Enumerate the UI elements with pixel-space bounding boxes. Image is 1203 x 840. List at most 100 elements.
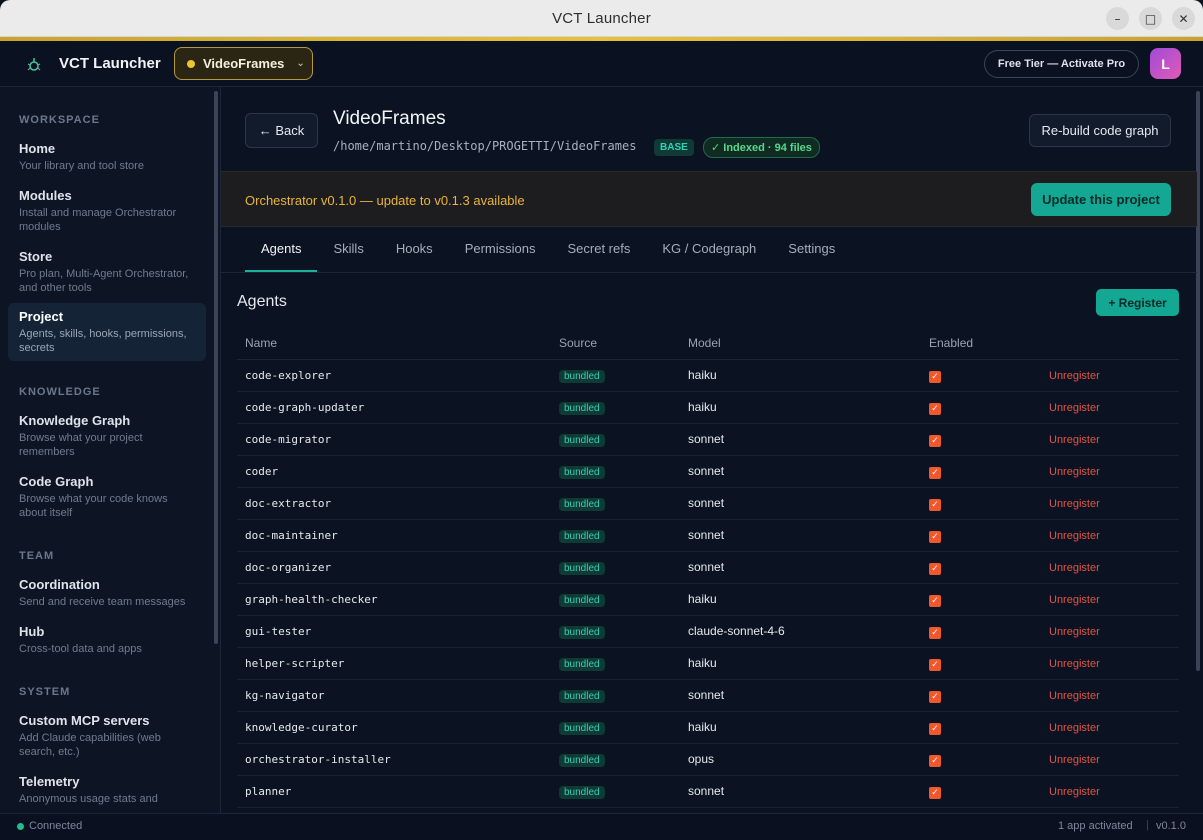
- unregister-button[interactable]: Unregister: [1049, 722, 1100, 734]
- tab-secret-refs[interactable]: Secret refs: [551, 227, 646, 272]
- sidebar-item-home[interactable]: Home Your library and tool store: [8, 135, 206, 179]
- column-header-name: Name: [237, 328, 551, 360]
- enabled-checkbox[interactable]: ✓: [929, 562, 941, 575]
- column-header-model: Model: [680, 328, 921, 360]
- unregister-button[interactable]: Unregister: [1049, 658, 1100, 670]
- source-badge: bundled: [559, 529, 605, 543]
- enabled-checkbox[interactable]: ✓: [929, 466, 941, 479]
- page-title: VideoFrames: [333, 108, 446, 129]
- sidebar-item-telemetry[interactable]: Telemetry Anonymous usage stats and: [8, 768, 206, 812]
- agent-enabled-cell: ✓: [921, 423, 1041, 456]
- tab-permissions[interactable]: Permissions: [449, 227, 552, 272]
- unregister-button[interactable]: Unregister: [1049, 754, 1100, 766]
- tab-settings[interactable]: Settings: [772, 227, 851, 272]
- enabled-checkbox[interactable]: ✓: [929, 690, 941, 703]
- column-header-source: Source: [551, 328, 680, 360]
- back-button[interactable]: ← Back: [245, 113, 318, 148]
- sidebar-item-custom-mcp[interactable]: Custom MCP servers Add Claude capabiliti…: [8, 707, 206, 765]
- enabled-checkbox[interactable]: ✓: [929, 754, 941, 767]
- unregister-button[interactable]: Unregister: [1049, 562, 1100, 574]
- sidebar-item-title: Telemetry: [19, 774, 80, 789]
- unregister-button[interactable]: Unregister: [1049, 434, 1100, 446]
- agent-source-cell: bundled: [551, 487, 680, 520]
- enabled-checkbox[interactable]: ✓: [929, 626, 941, 639]
- agent-action-cell: Unregister: [1041, 711, 1179, 744]
- agent-enabled-cell: ✓: [921, 519, 1041, 552]
- agent-name: planner: [237, 775, 551, 808]
- status-separator: |: [1146, 819, 1149, 831]
- project-selector-label: VideoFrames: [203, 56, 285, 71]
- source-badge: bundled: [559, 785, 605, 799]
- sidebar-item-title: Store: [19, 249, 53, 264]
- agent-action-cell: Unregister: [1041, 487, 1179, 520]
- agent-name: helper-scripter: [237, 647, 551, 680]
- table-row: code-explorer bundled haiku ✓ Unregister: [237, 359, 1179, 392]
- agent-model: sonnet: [680, 423, 921, 456]
- sidebar-item-desc: Browse what your project remembers: [19, 432, 143, 458]
- agent-model: sonnet: [680, 679, 921, 712]
- agent-action-cell: Unregister: [1041, 551, 1179, 584]
- unregister-button[interactable]: Unregister: [1049, 530, 1100, 542]
- enabled-checkbox[interactable]: ✓: [929, 722, 941, 735]
- unregister-button[interactable]: Unregister: [1049, 626, 1100, 638]
- unregister-button[interactable]: Unregister: [1049, 402, 1100, 414]
- sidebar-item-hub[interactable]: Hub Cross-tool data and apps: [8, 618, 206, 662]
- source-badge: bundled: [559, 625, 605, 639]
- unregister-button[interactable]: Unregister: [1049, 466, 1100, 478]
- sidebar-item-store[interactable]: Store Pro plan, Multi-Agent Orchestrator…: [8, 243, 206, 301]
- unregister-button[interactable]: Unregister: [1049, 370, 1100, 382]
- enabled-checkbox[interactable]: ✓: [929, 370, 941, 383]
- tab-hooks[interactable]: Hooks: [380, 227, 449, 272]
- table-row: code-migrator bundled sonnet ✓ Unregister: [237, 423, 1179, 456]
- agent-action-cell: Unregister: [1041, 583, 1179, 616]
- enabled-checkbox[interactable]: ✓: [929, 530, 941, 543]
- maximize-icon[interactable]: □: [1139, 7, 1162, 30]
- agent-name: coder: [237, 455, 551, 488]
- update-banner: Orchestrator v0.1.0 — update to v0.1.3 a…: [221, 171, 1197, 227]
- avatar[interactable]: L: [1150, 48, 1181, 79]
- sidebar-item-title: Knowledge Graph: [19, 413, 131, 428]
- agent-enabled-cell: ✓: [921, 551, 1041, 584]
- sidebar-item-modules[interactable]: Modules Install and manage Orchestrator …: [8, 182, 206, 240]
- unregister-button[interactable]: Unregister: [1049, 786, 1100, 798]
- update-project-button[interactable]: Update this project: [1031, 183, 1171, 216]
- unregister-button[interactable]: Unregister: [1049, 498, 1100, 510]
- sidebar-item-desc: Agents, skills, hooks, permissions, secr…: [19, 328, 187, 354]
- close-icon[interactable]: ✕: [1172, 7, 1195, 30]
- agent-name: code-graph-updater: [237, 391, 551, 424]
- sidebar-section-knowledge: KNOWLEDGE: [19, 386, 101, 398]
- agent-source-cell: bundled: [551, 519, 680, 552]
- agent-source-cell: bundled: [551, 615, 680, 648]
- enabled-checkbox[interactable]: ✓: [929, 402, 941, 415]
- agent-source-cell: bundled: [551, 423, 680, 456]
- tab-skills[interactable]: Skills: [317, 227, 379, 272]
- enabled-checkbox[interactable]: ✓: [929, 434, 941, 447]
- sidebar-item-project[interactable]: Project Agents, skills, hooks, permissio…: [8, 303, 206, 361]
- enabled-checkbox[interactable]: ✓: [929, 498, 941, 511]
- enabled-checkbox[interactable]: ✓: [929, 594, 941, 607]
- source-badge: bundled: [559, 753, 605, 767]
- tab-kg-codegraph[interactable]: KG / Codegraph: [646, 227, 772, 272]
- unregister-button[interactable]: Unregister: [1049, 690, 1100, 702]
- tab-agents[interactable]: Agents: [245, 227, 318, 272]
- sidebar-item-code-graph[interactable]: Code Graph Browse what your code knows a…: [8, 468, 206, 526]
- minimize-icon[interactable]: –: [1106, 7, 1129, 30]
- sidebar-item-knowledge-graph[interactable]: Knowledge Graph Browse what your project…: [8, 407, 206, 465]
- sidebar-item-coordination[interactable]: Coordination Send and receive team messa…: [8, 571, 206, 615]
- enabled-checkbox[interactable]: ✓: [929, 658, 941, 671]
- agent-enabled-cell: ✓: [921, 679, 1041, 712]
- sidebar-scrollbar[interactable]: [214, 91, 218, 644]
- unregister-button[interactable]: Unregister: [1049, 594, 1100, 606]
- table-row: kg-navigator bundled sonnet ✓ Unregister: [237, 679, 1179, 712]
- activate-pro-button[interactable]: Free Tier — Activate Pro: [984, 50, 1139, 78]
- agent-model: haiku: [680, 711, 921, 744]
- source-badge: bundled: [559, 369, 605, 383]
- project-selector[interactable]: VideoFrames ⌄: [174, 47, 313, 80]
- sidebar-item-desc: Browse what your code knows about itself: [19, 493, 168, 519]
- rebuild-code-graph-button[interactable]: Re-build code graph: [1029, 114, 1171, 147]
- agent-model: sonnet: [680, 519, 921, 552]
- connection-status-dot: [17, 823, 24, 830]
- register-agent-button[interactable]: + Register: [1096, 289, 1179, 316]
- enabled-checkbox[interactable]: ✓: [929, 786, 941, 799]
- table-header-row: Name Source Model Enabled: [237, 328, 1179, 360]
